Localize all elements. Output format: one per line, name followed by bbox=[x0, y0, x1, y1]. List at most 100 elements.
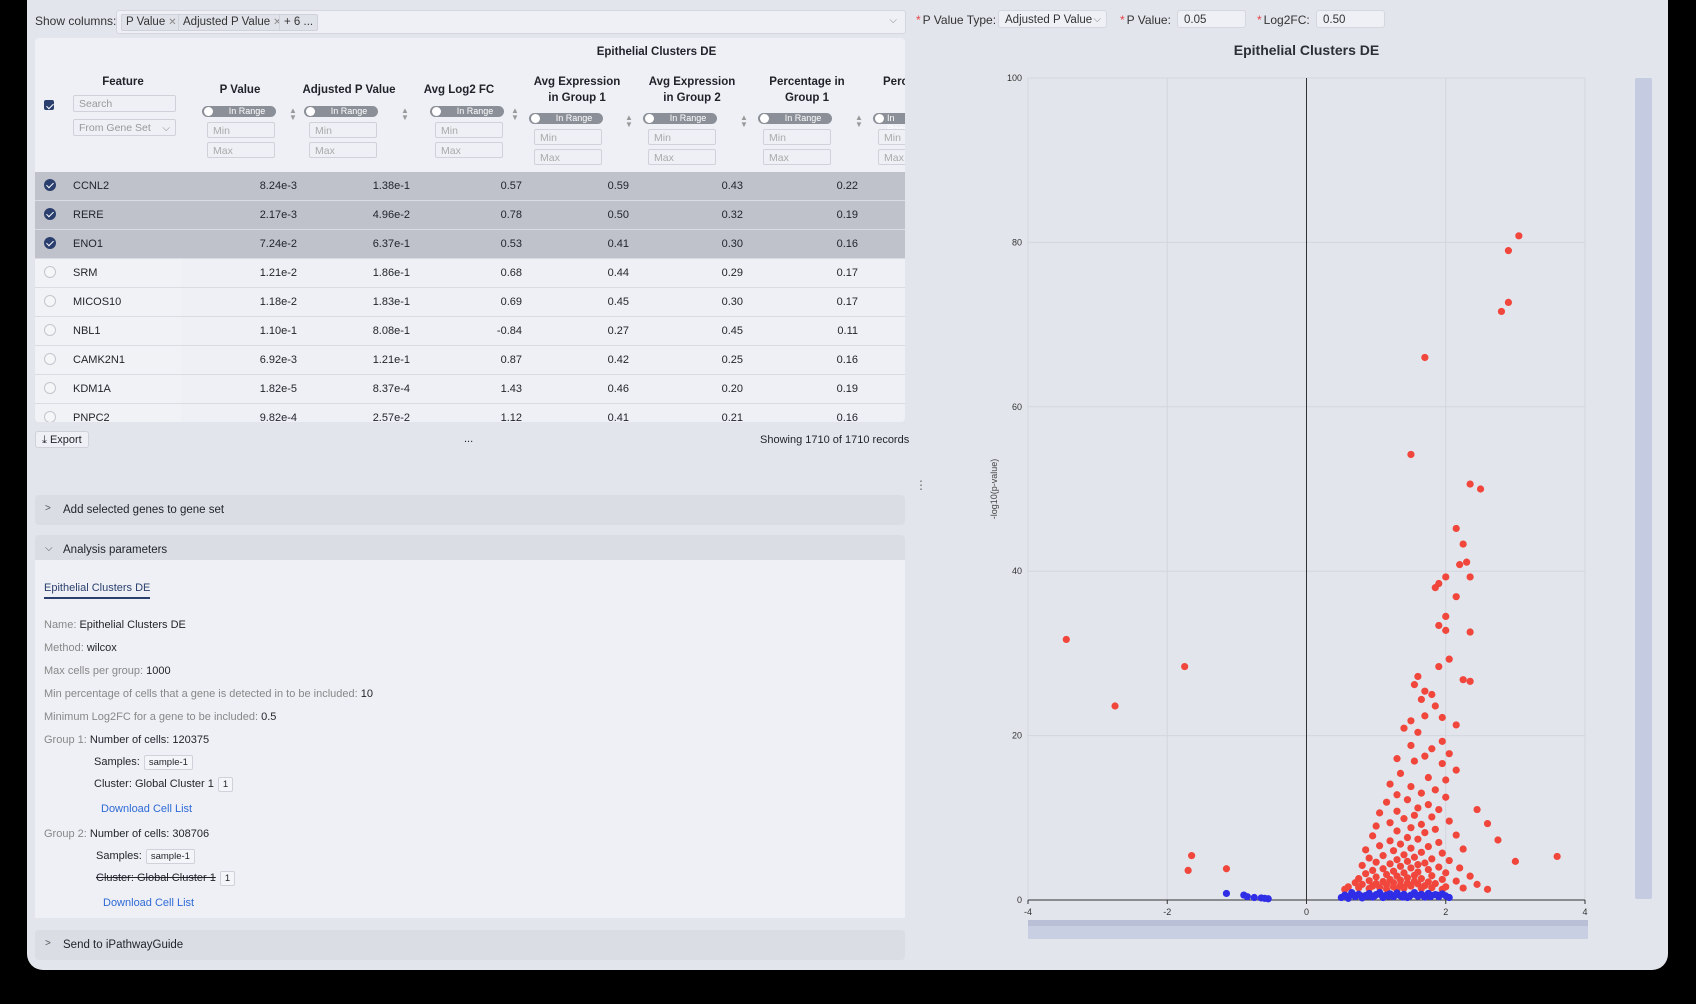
data-point bbox=[1456, 561, 1464, 569]
data-point bbox=[1428, 813, 1436, 821]
data-point bbox=[1343, 892, 1351, 900]
data-point bbox=[1435, 863, 1443, 871]
volcano-plot: -4 -2 0 2 4020406080100Epithelial Clusters D… bbox=[989, 42, 1588, 939]
x-tick-label: 2 bbox=[1443, 907, 1448, 917]
data-point bbox=[1385, 892, 1393, 900]
data-point bbox=[1435, 838, 1443, 847]
data-point bbox=[1369, 832, 1377, 840]
data-point bbox=[1414, 672, 1422, 681]
data-point bbox=[1515, 232, 1523, 240]
data-point bbox=[1412, 891, 1421, 899]
data-point bbox=[1445, 856, 1453, 865]
data-point bbox=[1400, 815, 1408, 823]
data-point bbox=[1421, 828, 1429, 837]
data-point bbox=[1426, 893, 1435, 901]
data-point bbox=[1421, 859, 1429, 867]
data-point bbox=[1410, 681, 1419, 689]
data-point bbox=[1497, 307, 1506, 316]
data-point bbox=[1504, 247, 1513, 255]
data-point bbox=[1376, 809, 1384, 817]
y-tick-label: 100 bbox=[1007, 73, 1022, 83]
data-point bbox=[1417, 848, 1425, 856]
data-point bbox=[1382, 798, 1391, 806]
y-tick-label: 20 bbox=[1012, 731, 1022, 741]
data-point bbox=[1369, 866, 1377, 875]
data-point bbox=[1452, 721, 1460, 729]
data-point bbox=[1393, 827, 1401, 835]
data-point bbox=[1386, 837, 1394, 845]
x-range-slider-handle bbox=[1028, 920, 1588, 926]
data-point bbox=[1445, 893, 1453, 902]
data-point bbox=[1452, 877, 1460, 885]
data-point bbox=[1403, 833, 1412, 842]
data-point bbox=[1452, 524, 1460, 533]
data-point bbox=[1403, 796, 1412, 804]
data-point bbox=[1393, 755, 1401, 763]
data-point bbox=[1452, 766, 1460, 774]
data-point bbox=[1435, 621, 1443, 630]
x-tick-label: 4 bbox=[1582, 907, 1587, 917]
data-point bbox=[1393, 856, 1401, 864]
data-point bbox=[1410, 757, 1419, 765]
y-tick-label: 80 bbox=[1012, 237, 1022, 247]
data-point bbox=[1438, 849, 1446, 857]
chart-title: Epithelial Clusters DE bbox=[1234, 42, 1379, 58]
data-point bbox=[1424, 773, 1432, 782]
data-point bbox=[1442, 869, 1450, 877]
data-point bbox=[1442, 612, 1450, 621]
data-point bbox=[1414, 728, 1422, 736]
data-point bbox=[1483, 819, 1492, 828]
app-window: Show columns: P Value ✕ Adjusted P Value ✕… bbox=[27, 0, 1668, 970]
data-point bbox=[1466, 677, 1474, 685]
data-point bbox=[1438, 737, 1446, 745]
data-point bbox=[1405, 892, 1414, 900]
data-point bbox=[1438, 875, 1446, 884]
data-point bbox=[1386, 819, 1394, 827]
data-point bbox=[1494, 836, 1502, 844]
x-range-slider bbox=[1028, 926, 1588, 939]
data-point bbox=[1414, 835, 1422, 843]
y-range-slider[interactable] bbox=[1635, 78, 1652, 899]
data-point bbox=[1407, 864, 1415, 872]
data-point bbox=[1424, 842, 1432, 851]
data-point bbox=[1358, 861, 1366, 870]
x-tick-label: -2 bbox=[1163, 907, 1171, 917]
data-point bbox=[1431, 584, 1439, 592]
data-point bbox=[1379, 852, 1387, 860]
data-point bbox=[1392, 891, 1400, 899]
data-point bbox=[1357, 892, 1365, 900]
data-point bbox=[1421, 353, 1429, 362]
data-point bbox=[1400, 724, 1408, 732]
data-point bbox=[1243, 893, 1251, 901]
data-point bbox=[1403, 857, 1412, 865]
data-point bbox=[1389, 847, 1398, 855]
data-point bbox=[1466, 872, 1474, 880]
data-point bbox=[1355, 884, 1363, 892]
data-point bbox=[1264, 895, 1272, 903]
data-point bbox=[1396, 769, 1405, 778]
data-point bbox=[1428, 855, 1436, 863]
data-point bbox=[1386, 780, 1394, 788]
data-point bbox=[1393, 791, 1401, 799]
data-point bbox=[1424, 801, 1432, 809]
data-point bbox=[1250, 893, 1258, 902]
data-point bbox=[1421, 687, 1429, 695]
data-point bbox=[1466, 628, 1474, 636]
data-point bbox=[1431, 825, 1439, 833]
data-point bbox=[1463, 558, 1471, 566]
data-point bbox=[1417, 820, 1425, 828]
data-point bbox=[1184, 866, 1192, 875]
data-point bbox=[1435, 662, 1443, 671]
y-tick-label: 0 bbox=[1017, 895, 1022, 905]
data-point bbox=[1410, 853, 1419, 861]
data-point bbox=[1419, 892, 1428, 900]
data-point bbox=[1362, 870, 1370, 878]
data-point bbox=[1445, 750, 1453, 758]
data-point bbox=[1372, 822, 1380, 830]
data-point bbox=[1417, 789, 1425, 797]
data-point bbox=[1414, 804, 1422, 812]
data-point bbox=[1378, 891, 1386, 900]
data-point bbox=[1428, 690, 1436, 699]
data-point bbox=[1433, 891, 1441, 899]
data-point bbox=[1452, 831, 1460, 839]
